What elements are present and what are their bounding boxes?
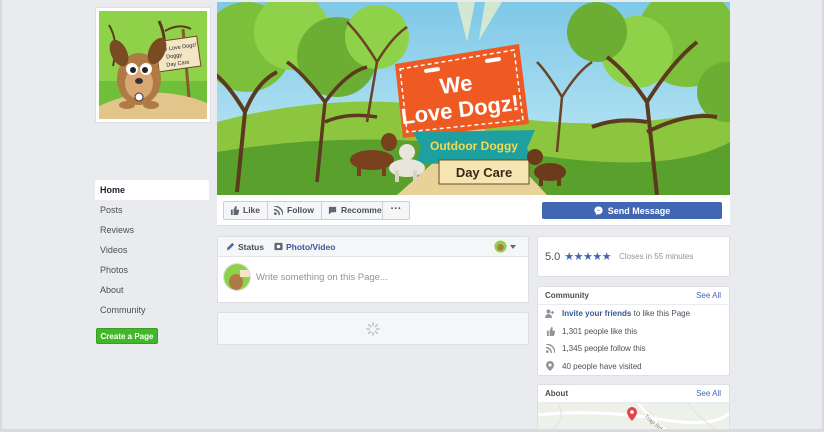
- post-as-selector[interactable]: [494, 240, 516, 253]
- like-button[interactable]: Like: [224, 202, 269, 219]
- likes-row: 1,301 people like this: [538, 323, 729, 341]
- dog-mascot-illustration: We Love Dogz! Doggy Day Care: [99, 11, 207, 119]
- location-pin-icon: [546, 361, 554, 372]
- cover-photo[interactable]: We Love Dogz! Outdoor Doggy Day Care: [217, 2, 730, 195]
- page-nav: Home Posts Reviews Videos Photos About C…: [95, 180, 209, 320]
- tab-photo-label: Photo/Video: [285, 241, 336, 252]
- profile-picture[interactable]: We Love Dogz! Doggy Day Care: [95, 7, 211, 123]
- likes-count: 1,301 people like this: [562, 326, 638, 336]
- rss-icon: [274, 206, 284, 215]
- page-avatar-image: [224, 264, 250, 290]
- visits-count: 40 people have visited: [562, 361, 642, 371]
- cover-sign-text: Day Care: [456, 165, 512, 180]
- nav-about[interactable]: About: [95, 280, 209, 300]
- about-see-all-link[interactable]: See All: [696, 389, 721, 398]
- composer-input-row: Write something on this Page...: [218, 257, 528, 297]
- messenger-icon: [594, 206, 603, 215]
- tab-status[interactable]: Status: [226, 242, 264, 252]
- follows-count: 1,345 people follow this: [562, 344, 646, 354]
- invite-suffix: to like this Page: [633, 309, 691, 319]
- tab-photo-video[interactable]: Photo/Video: [274, 242, 335, 252]
- chevron-down-icon: [510, 244, 516, 249]
- nav-home[interactable]: Home: [95, 180, 209, 200]
- invite-row: Invite your friends to like this Page: [538, 305, 729, 323]
- follow-button[interactable]: Follow: [268, 202, 322, 219]
- cover-title-line-1: We: [438, 70, 473, 99]
- nav-reviews[interactable]: Reviews: [95, 220, 209, 240]
- thumbs-up-icon: [546, 326, 555, 336]
- page-action-bar: Like Follow Recommend ··· Send Message: [217, 195, 730, 226]
- hours-status: Closes in 55 minutes: [619, 252, 694, 261]
- follow-label: Follow: [287, 205, 314, 215]
- rss-icon: [545, 344, 555, 354]
- rating-stars[interactable]: ★★★★★: [564, 250, 611, 263]
- cover-banner-text: Outdoor Doggy: [430, 139, 518, 153]
- more-options-button[interactable]: ···: [382, 201, 410, 220]
- composer-tabs: Status Photo/Video: [218, 237, 528, 257]
- tab-status-label: Status: [238, 241, 264, 252]
- avatar: [223, 263, 251, 291]
- nav-videos[interactable]: Videos: [95, 240, 209, 260]
- about-title: About: [545, 389, 569, 398]
- about-header: About See All: [538, 385, 729, 403]
- community-card: Community See All Invite your friends to…: [537, 286, 730, 376]
- invite-friends-link[interactable]: Invite your friends: [562, 309, 631, 318]
- loading-spinner-icon: [366, 321, 380, 336]
- nav-photos[interactable]: Photos: [95, 260, 209, 280]
- thumbs-up-icon: [230, 206, 239, 215]
- camera-icon: [274, 242, 283, 251]
- like-label: Like: [243, 205, 261, 215]
- follows-row: 1,345 people follow this: [538, 340, 729, 358]
- rating-score: 5.0: [545, 250, 561, 263]
- community-header: Community See All: [538, 287, 729, 305]
- pencil-icon: [226, 242, 235, 251]
- community-title: Community: [545, 291, 589, 300]
- cover-illustration: We Love Dogz! Outdoor Doggy Day Care: [217, 2, 730, 195]
- create-page-button[interactable]: Create a Page: [96, 328, 158, 344]
- nav-community[interactable]: Community: [95, 300, 209, 320]
- invite-friends-icon: [545, 309, 554, 319]
- window-border-left: [0, 0, 2, 432]
- nav-posts[interactable]: Posts: [95, 200, 209, 220]
- location-map[interactable]: Trap Rd: [538, 403, 729, 429]
- visits-row: 40 people have visited: [538, 358, 729, 376]
- speech-bubble-icon: [328, 206, 337, 215]
- about-card: About See All Trap Rd: [537, 384, 730, 430]
- page-avatar-icon: [494, 240, 507, 253]
- map-image: Trap Rd: [538, 403, 729, 429]
- send-message-label: Send Message: [607, 205, 671, 216]
- rating-card: 5.0 ★★★★★ Closes in 55 minutes: [537, 236, 730, 277]
- composer-input[interactable]: Write something on this Page...: [256, 272, 388, 283]
- send-message-button[interactable]: Send Message: [542, 202, 722, 219]
- post-composer: Status Photo/Video Write something on th…: [217, 236, 529, 303]
- community-see-all-link[interactable]: See All: [696, 291, 721, 300]
- action-group: Like Follow Recommend: [223, 201, 400, 220]
- feed-loading: [217, 312, 529, 345]
